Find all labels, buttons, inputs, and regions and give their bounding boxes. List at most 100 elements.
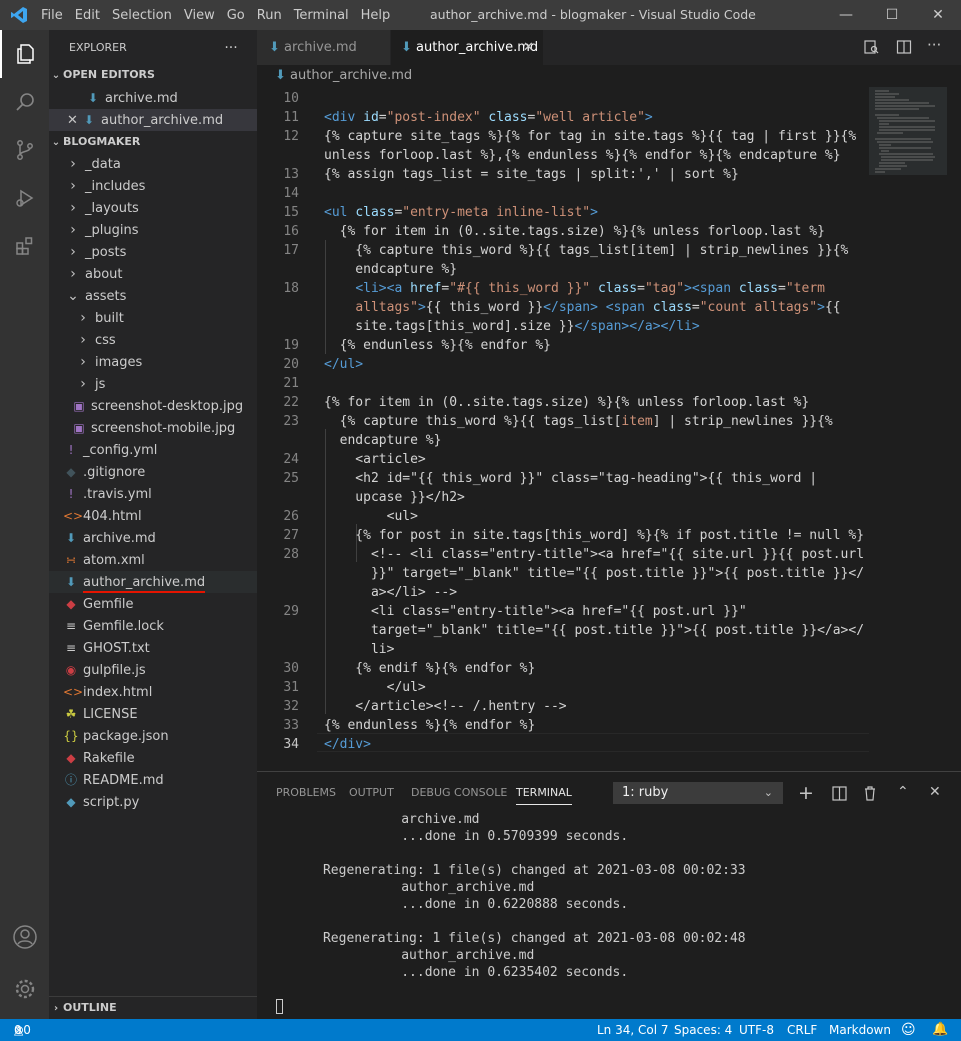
more-actions-icon[interactable]: ···	[221, 37, 241, 59]
minimap[interactable]	[869, 87, 961, 771]
tree-file-config-yml[interactable]: ! _config.yml	[49, 439, 257, 461]
tree-item-label: atom.xml	[83, 553, 145, 568]
vscode-logo-icon[interactable]	[10, 6, 28, 28]
close-tab-icon[interactable]: ✕	[523, 30, 534, 65]
markdown-file-icon: ⬇	[83, 113, 95, 127]
open-editors-section[interactable]: ⌄ OPEN EDITORS	[49, 64, 257, 86]
indentation[interactable]: Spaces: 4	[674, 1019, 732, 1041]
tree-folder-images[interactable]: › images	[49, 351, 257, 373]
notifications-bell-icon[interactable]: 🔔	[932, 1019, 948, 1041]
tree-file-readme-md[interactable]: ⓘ README.md	[49, 769, 257, 791]
account-icon[interactable]	[0, 913, 49, 961]
menu-file[interactable]: File	[35, 8, 69, 23]
tree-folder-built[interactable]: › built	[49, 307, 257, 329]
close-panel-icon[interactable]: ✕	[929, 784, 941, 800]
open-preview-icon[interactable]	[863, 39, 879, 59]
chevron-right-icon: ›	[70, 178, 76, 194]
open-editor-archive[interactable]: ⬇ archive.md	[49, 87, 257, 109]
tree-folder-data[interactable]: › _data	[49, 153, 257, 175]
tree-folder-js[interactable]: › js	[49, 373, 257, 395]
tab-output[interactable]: OUTPUT	[349, 786, 394, 799]
settings-gear-icon[interactable]	[0, 965, 49, 1013]
cursor-position[interactable]: Ln 34, Col 7	[597, 1019, 669, 1041]
more-actions-icon[interactable]: ···	[927, 36, 941, 54]
tree-file-archive-md[interactable]: ⬇ archive.md	[49, 527, 257, 549]
tab-problems[interactable]: PROBLEMS	[276, 786, 336, 799]
tree-folder-layouts[interactable]: › _layouts	[49, 197, 257, 219]
extensions-icon[interactable]	[0, 222, 49, 270]
chevron-down-icon: ⌄	[51, 70, 61, 81]
line-number: 17	[283, 243, 299, 258]
tree-file-ghost-txt[interactable]: ≡ GHOST.txt	[49, 637, 257, 659]
tree-file-script-py[interactable]: ◆ script.py	[49, 791, 257, 813]
menu-go[interactable]: Go	[221, 8, 251, 23]
code-editor[interactable]: 10 11 <div id="post-index" class="well art…	[257, 87, 869, 771]
tree-folder-css[interactable]: › css	[49, 329, 257, 351]
terminal-line: Regenerating: 1 file(s) changed at 2021-…	[276, 863, 746, 878]
end-of-line[interactable]: CRLF	[787, 1019, 817, 1041]
explorer-sidebar: EXPLORER ··· ⌄ OPEN EDITORS ⬇ archive.md ✕…	[49, 30, 257, 1019]
tab-debug-console[interactable]: DEBUG CONSOLE	[411, 786, 507, 799]
menu-edit[interactable]: Edit	[69, 8, 106, 23]
tree-file-gemfile-lock[interactable]: ≡ Gemfile.lock	[49, 615, 257, 637]
search-icon[interactable]	[0, 78, 49, 126]
tree-file-author-archive-md[interactable]: ⬇ author_archive.md	[49, 571, 257, 593]
tree-file-gemfile[interactable]: ◆ Gemfile	[49, 593, 257, 615]
tree-file-gitignore[interactable]: ◆ .gitignore	[49, 461, 257, 483]
chevron-down-icon: ⌄	[763, 786, 773, 799]
menu-selection[interactable]: Selection	[106, 8, 178, 23]
tree-folder-plugins[interactable]: › _plugins	[49, 219, 257, 241]
menu-help[interactable]: Help	[355, 8, 397, 23]
tree-file-package-json[interactable]: {} package.json	[49, 725, 257, 747]
tab-terminal[interactable]: TERMINAL	[516, 786, 572, 805]
close-window-button[interactable]: ✕	[915, 0, 961, 30]
split-terminal-icon[interactable]	[832, 786, 847, 805]
tab-archive[interactable]: ⬇ archive.md	[257, 30, 390, 65]
tree-file-gulpfile-js[interactable]: ◉ gulpfile.js	[49, 659, 257, 681]
open-editor-author-archive[interactable]: ✕ ⬇ author_archive.md	[49, 109, 257, 131]
tree-folder-posts[interactable]: › _posts	[49, 241, 257, 263]
terminal-select[interactable]: 1: ruby ⌄	[613, 782, 783, 804]
markdown-file-icon: ⬇	[401, 40, 412, 55]
new-terminal-icon[interactable]: +	[798, 782, 814, 804]
tree-folder-assets[interactable]: ⌄ assets	[49, 285, 257, 307]
tree-folder-about[interactable]: › about	[49, 263, 257, 285]
menu-view[interactable]: View	[178, 8, 221, 23]
chevron-right-icon: ›	[70, 200, 76, 216]
tree-item-label: archive.md	[83, 531, 156, 546]
tree-folder-includes[interactable]: › _includes	[49, 175, 257, 197]
tree-file-index-html[interactable]: <>index.html	[49, 681, 257, 703]
menu-run[interactable]: Run	[251, 8, 288, 23]
tree-file-screenshot-desktop-jpg[interactable]: ▣ screenshot-desktop.jpg	[49, 395, 257, 417]
maximize-panel-icon[interactable]: ⌃	[897, 784, 909, 800]
source-control-icon[interactable]	[0, 126, 49, 174]
tree-file-atom-xml[interactable]: ∺ atom.xml	[49, 549, 257, 571]
run-debug-icon[interactable]	[0, 174, 49, 222]
language-mode[interactable]: Markdown	[829, 1019, 891, 1041]
minimize-button[interactable]: —	[823, 0, 869, 30]
window-title: author_archive.md - blogmaker - Visual S…	[430, 7, 756, 22]
outline-section[interactable]: › OUTLINE	[49, 996, 257, 1019]
menu-terminal[interactable]: Terminal	[288, 8, 355, 23]
errors-indicator[interactable]: ⊗ 0 △ 0	[14, 1019, 31, 1041]
line-number: 27	[283, 528, 299, 543]
tree-item-label: .gitignore	[83, 465, 146, 480]
close-editor-icon[interactable]: ✕	[67, 110, 81, 132]
tree-file-travis-yml[interactable]: ! .travis.yml	[49, 483, 257, 505]
encoding[interactable]: UTF-8	[739, 1019, 774, 1041]
yaml-file-icon: !	[68, 443, 74, 457]
code-line: }}" target="_blank" title="{{ post.title…	[324, 566, 865, 581]
tree-file-rakefile[interactable]: ◆ Rakefile	[49, 747, 257, 769]
markdown-file-icon: ⬇	[275, 68, 286, 83]
tab-author-archive[interactable]: ⬇ author_archive.md ✕	[391, 30, 543, 65]
tree-file-screenshot-mobile-jpg[interactable]: ▣ screenshot-mobile.jpg	[49, 417, 257, 439]
breadcrumb[interactable]: ⬇ author_archive.md	[257, 65, 961, 87]
project-section[interactable]: ⌄ BLOGMAKER	[49, 131, 257, 153]
tree-file-license[interactable]: ☘ LICENSE	[49, 703, 257, 725]
maximize-button[interactable]: ☐	[869, 0, 915, 30]
trash-icon[interactable]	[863, 785, 877, 805]
split-editor-icon[interactable]	[896, 39, 912, 59]
tree-file-404-html[interactable]: <>404.html	[49, 505, 257, 527]
explorer-icon[interactable]	[0, 30, 49, 78]
feedback-icon[interactable]: ☺	[901, 1019, 916, 1041]
